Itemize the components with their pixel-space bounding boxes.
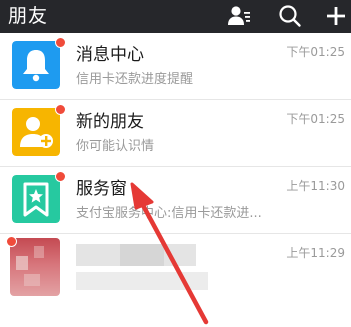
unread-badge — [55, 171, 66, 182]
unread-badge — [55, 37, 66, 48]
blurred-title-segment — [120, 244, 164, 266]
list-item-message-center[interactable]: 消息中心 信用卡还款进度提醒 下午01:25 — [0, 33, 351, 100]
unread-badge — [6, 236, 17, 247]
page-title: 朋友 — [8, 5, 49, 27]
list-item-subtitle: 支付宝服务中心:信用卡还款进... — [76, 206, 262, 221]
list-item-subtitle: 你可能认识情 — [76, 139, 155, 154]
list-item-time: 下午01:25 — [286, 45, 345, 59]
blurred-avatar — [6, 236, 60, 296]
list-item-title: 新的朋友 — [76, 112, 144, 132]
list-item-title: 服务窗 — [76, 179, 127, 199]
search-icon[interactable] — [277, 4, 303, 28]
conversation-list: 消息中心 信用卡还款进度提醒 下午01:25 新的朋友 你可能认识情 下午01:… — [0, 33, 351, 300]
list-item-service-window[interactable]: 服务窗 支付宝服务中心:信用卡还款进... 上午11:30 — [0, 167, 351, 234]
new-friends-avatar — [12, 104, 66, 156]
list-item-subtitle: 信用卡还款进度提醒 — [76, 72, 194, 87]
message-center-avatar — [12, 37, 66, 89]
blurred-subtitle — [76, 272, 208, 290]
list-item-time: 上午11:30 — [286, 179, 345, 193]
service-window-avatar — [12, 171, 66, 223]
contacts-icon[interactable] — [226, 4, 252, 28]
add-friend-icon — [12, 108, 60, 156]
star-bookmark-icon — [12, 175, 60, 223]
plus-icon[interactable] — [323, 4, 349, 28]
list-item-new-friends[interactable]: 新的朋友 你可能认识情 下午01:25 — [0, 100, 351, 167]
list-item-title: 消息中心 — [76, 45, 144, 65]
friends-screen: 朋友 消息中心 信用卡还款进度提醒 下午01:25 新的朋友 你可能认识情 下午… — [0, 0, 351, 327]
list-item-time: 下午01:25 — [286, 112, 345, 126]
list-item-time: 上午11:29 — [286, 246, 345, 260]
list-item-blurred-contact[interactable]: 上午11:29 — [0, 234, 351, 300]
bell-icon — [12, 41, 60, 89]
unread-badge — [55, 104, 66, 115]
top-bar: 朋友 — [0, 0, 351, 33]
